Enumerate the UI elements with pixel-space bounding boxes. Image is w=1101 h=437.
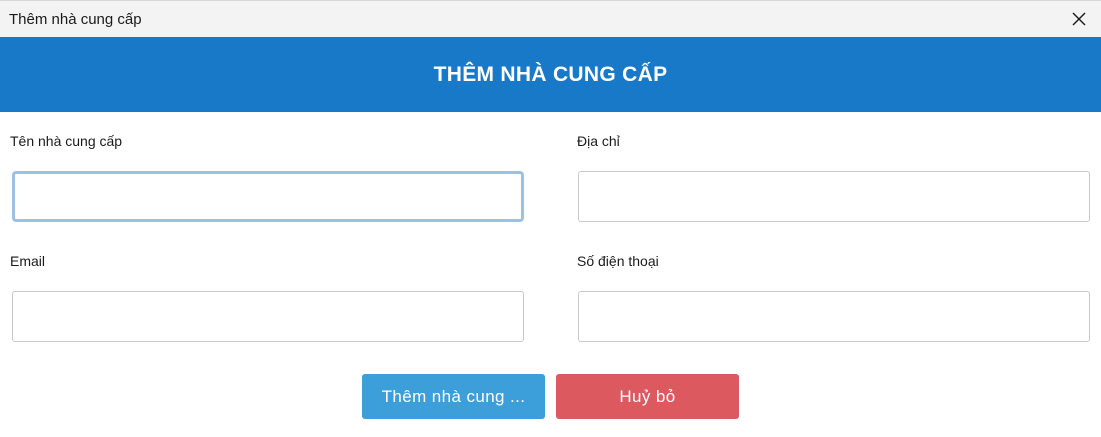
- cancel-button[interactable]: Huỷ bỏ: [556, 374, 739, 419]
- window-title: Thêm nhà cung cấp: [9, 11, 142, 28]
- address-input[interactable]: [578, 171, 1090, 222]
- form-title: THÊM NHÀ CUNG CẤP: [433, 63, 668, 86]
- add-supplier-button[interactable]: Thêm nhà cung ...: [362, 374, 545, 419]
- window-titlebar: Thêm nhà cung cấp: [0, 0, 1101, 37]
- supplier-name-label: Tên nhà cung cấp: [10, 133, 123, 149]
- supplier-name-input[interactable]: [12, 171, 524, 222]
- address-label: Địa chỉ: [577, 133, 620, 149]
- close-icon: [1072, 12, 1086, 26]
- phone-input[interactable]: [578, 291, 1090, 342]
- form-header: THÊM NHÀ CUNG CẤP: [0, 37, 1101, 112]
- phone-label: Số điện thoại: [577, 253, 659, 269]
- close-button[interactable]: [1065, 5, 1093, 33]
- email-input[interactable]: [12, 291, 524, 342]
- email-label: Email: [10, 253, 46, 269]
